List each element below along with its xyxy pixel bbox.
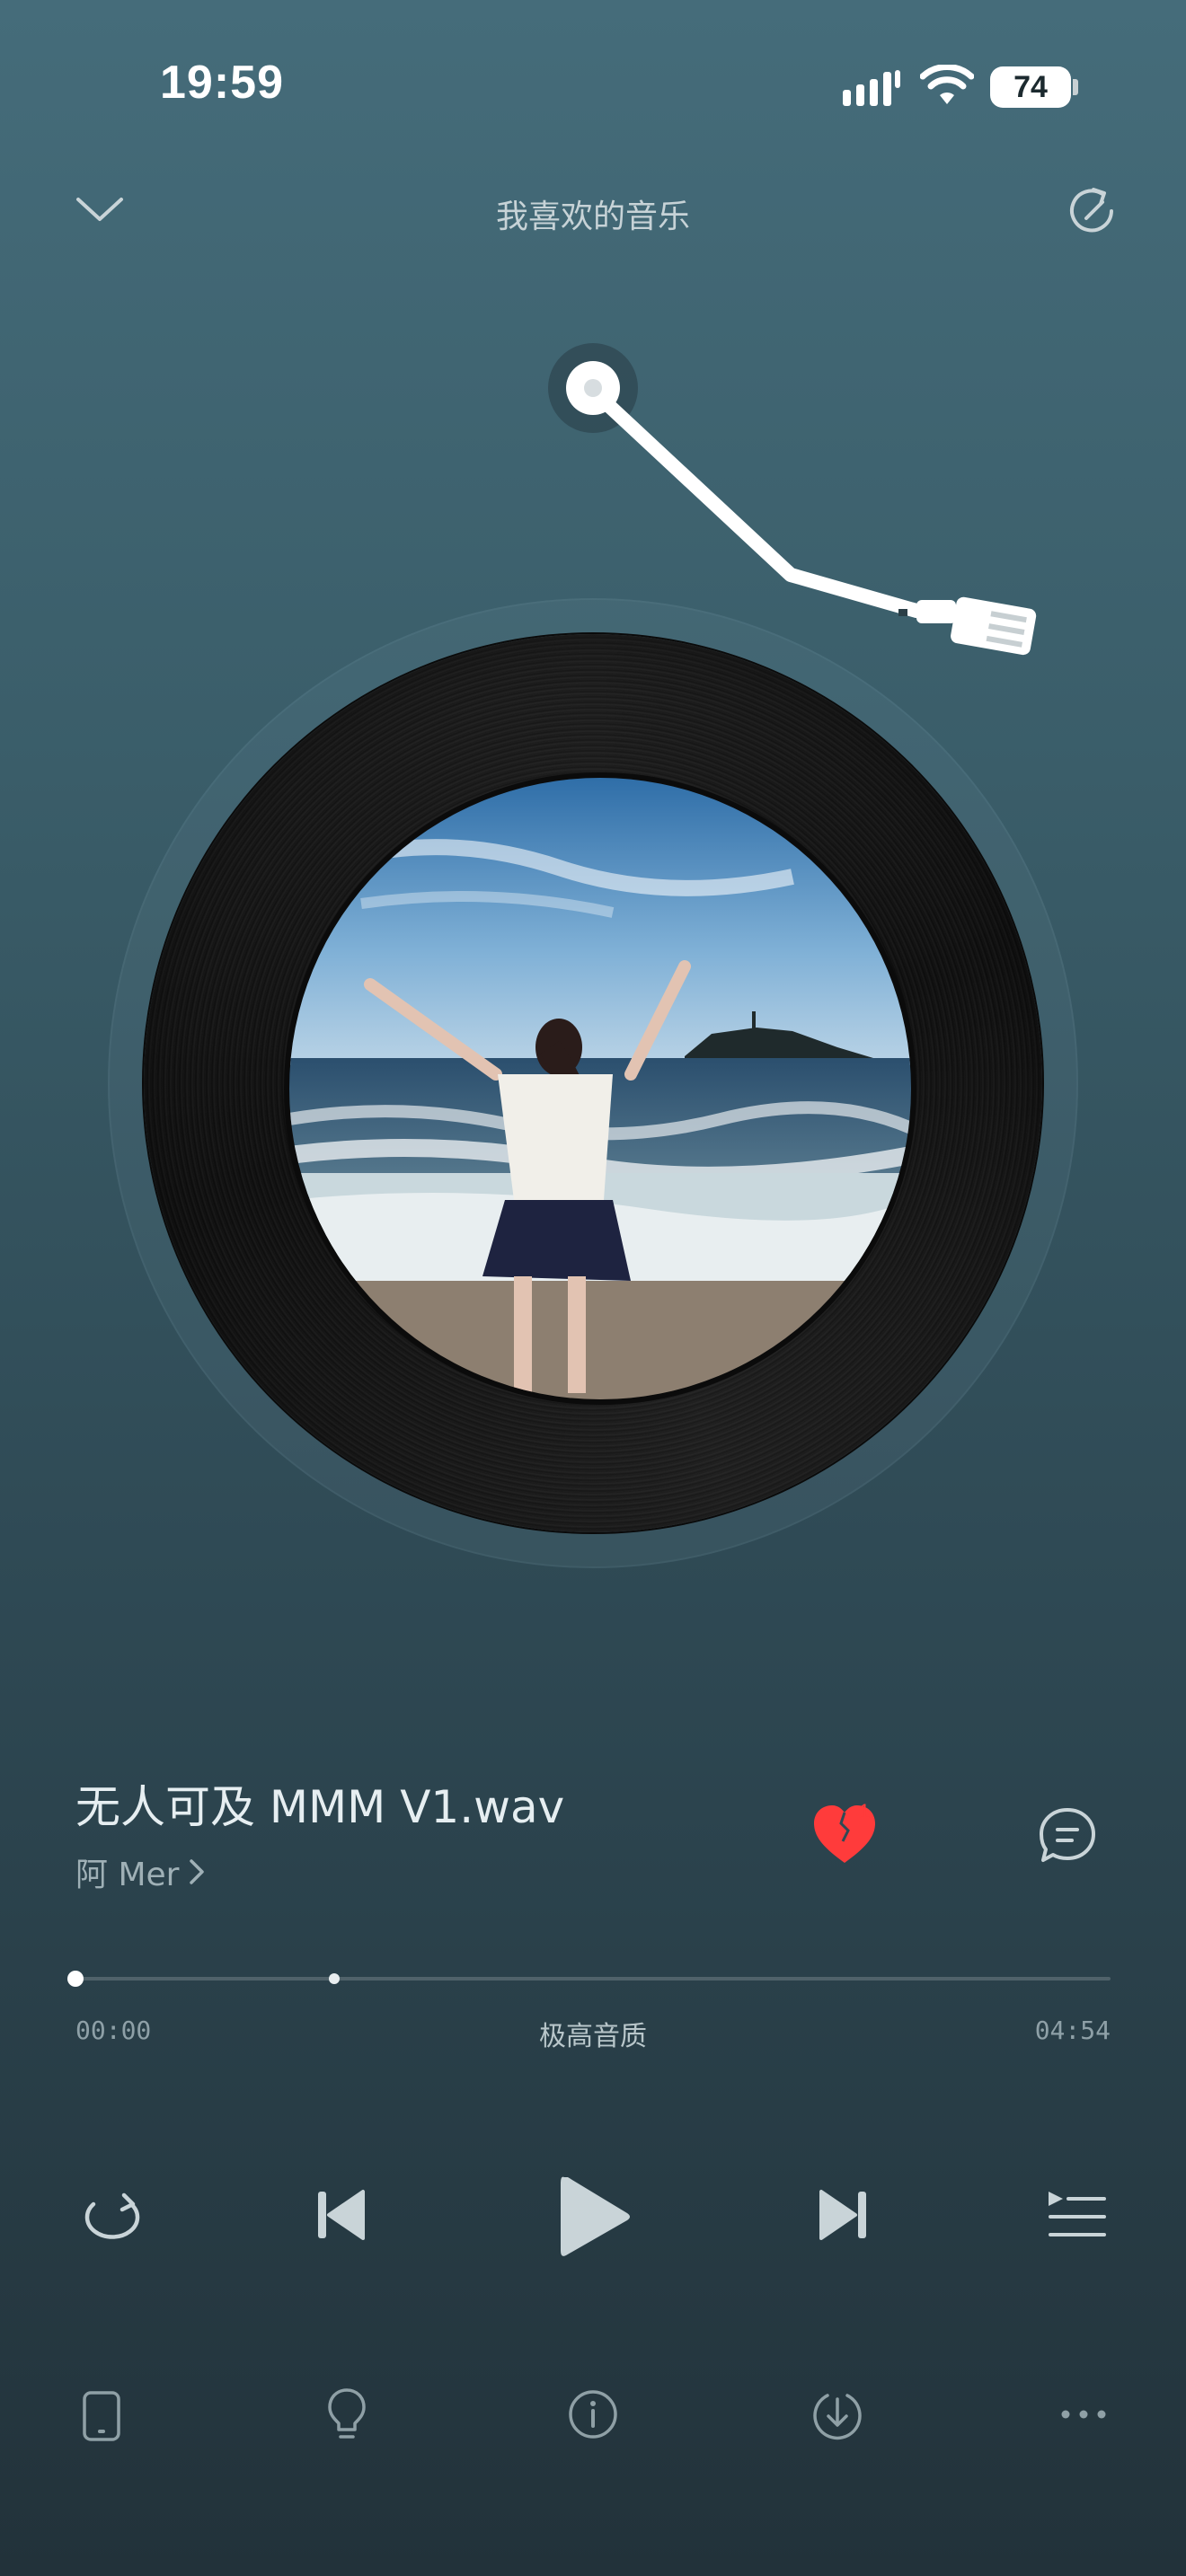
progress-thumb[interactable] bbox=[67, 1971, 84, 1987]
status-time: 19:59 bbox=[160, 57, 284, 109]
device-icon[interactable] bbox=[79, 2389, 124, 2443]
buffer-marker bbox=[329, 1973, 340, 1984]
wifi-icon bbox=[920, 65, 974, 108]
next-icon[interactable] bbox=[814, 2186, 872, 2244]
total-time: 04:54 bbox=[1034, 2016, 1111, 2045]
song-title: 无人可及 MMM V1.wav bbox=[75, 1781, 565, 1833]
previous-icon[interactable] bbox=[313, 2186, 370, 2244]
like-count: 1 bbox=[859, 1800, 871, 1822]
progress-track[interactable] bbox=[75, 1977, 1111, 1981]
comment-icon[interactable] bbox=[1035, 1804, 1100, 1866]
download-icon[interactable] bbox=[810, 2387, 864, 2441]
signal-icon bbox=[841, 68, 902, 108]
repeat-icon[interactable] bbox=[75, 2184, 147, 2247]
battery-indicator: 74 bbox=[990, 66, 1071, 108]
lightbulb-icon[interactable] bbox=[323, 2386, 370, 2443]
share-icon[interactable] bbox=[1062, 181, 1121, 241]
play-icon[interactable] bbox=[548, 2170, 638, 2263]
more-icon[interactable] bbox=[1057, 2404, 1111, 2425]
album-cover[interactable] bbox=[284, 772, 916, 1405]
tonearm bbox=[539, 341, 1060, 665]
chevron-right-icon bbox=[184, 1856, 209, 1888]
battery-cap bbox=[1073, 79, 1078, 95]
info-icon[interactable] bbox=[566, 2387, 620, 2441]
audio-quality-label[interactable]: 极高音质 bbox=[0, 2014, 1186, 2053]
artist-name: 阿 Mer bbox=[75, 1857, 180, 1893]
playlist-icon[interactable] bbox=[1044, 2186, 1109, 2244]
page-title: 我喜欢的音乐 bbox=[495, 198, 690, 235]
artist-link[interactable]: 阿 Mer bbox=[75, 1848, 209, 1895]
